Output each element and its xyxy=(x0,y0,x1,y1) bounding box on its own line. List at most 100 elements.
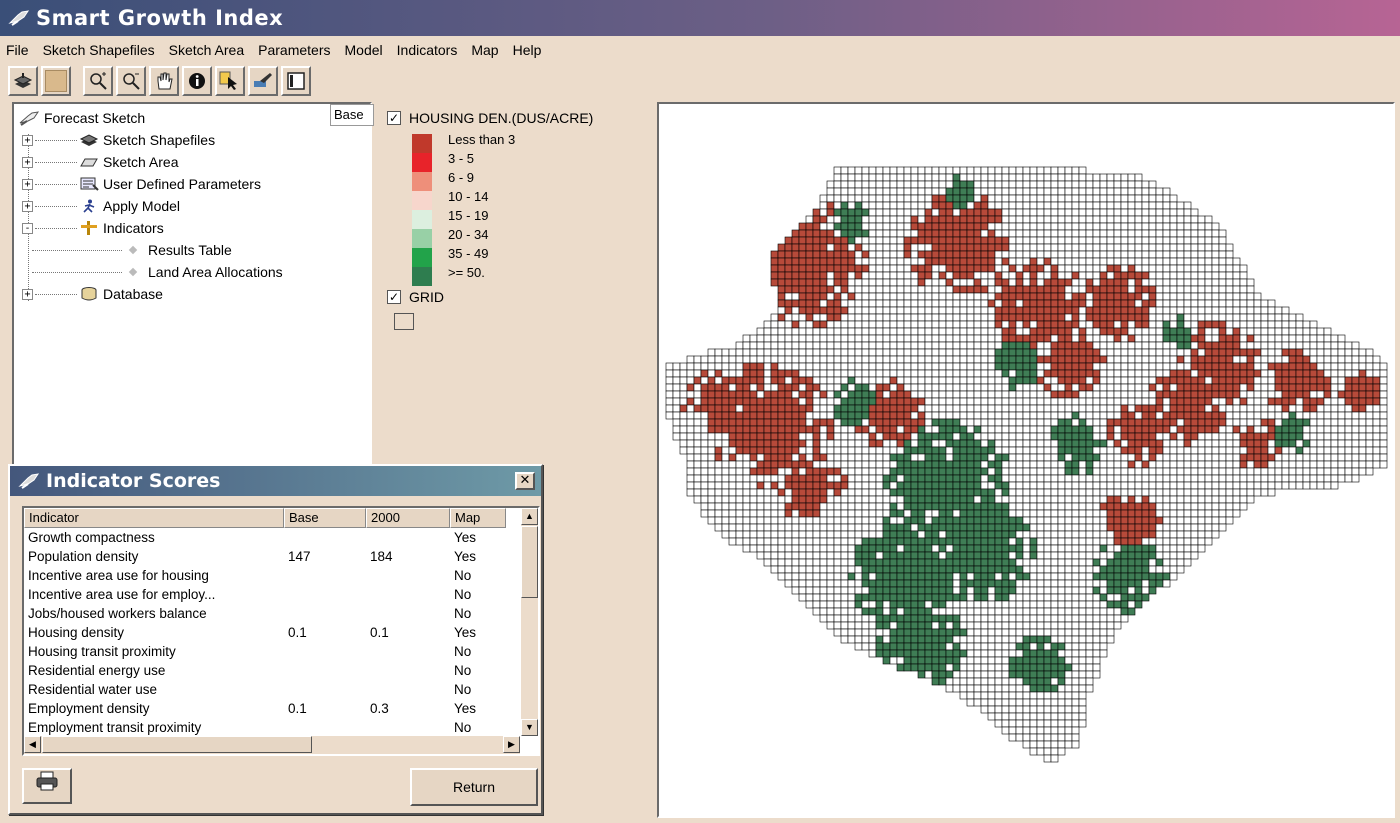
layers-button[interactable] xyxy=(8,66,38,96)
table-row[interactable]: Incentive area use for housing No xyxy=(24,566,538,585)
layer-visibility-checkbox[interactable]: ✓ xyxy=(387,111,401,125)
expand-toggle[interactable]: + xyxy=(22,178,33,190)
grid-swatch xyxy=(394,313,414,330)
info-button[interactable] xyxy=(182,66,212,96)
menu-sketch-shapefiles[interactable]: Sketch Shapefiles xyxy=(43,42,155,58)
tree-item-indicators[interactable]: - Indicators xyxy=(18,217,283,239)
menu-parameters[interactable]: Parameters xyxy=(258,42,330,58)
tree-item-land-area-allocations[interactable]: Land Area Allocations xyxy=(18,261,283,283)
indicator-window-titlebar[interactable]: Indicator Scores ✕ xyxy=(10,466,541,496)
map-view[interactable] xyxy=(657,102,1395,818)
column-header-2000[interactable]: 2000 xyxy=(366,508,450,528)
menu-indicators[interactable]: Indicators xyxy=(397,42,458,58)
tree-item-results-table[interactable]: Results Table xyxy=(18,239,283,261)
table-row[interactable]: Residential energy use No xyxy=(24,661,538,680)
horizontal-scrollbar[interactable]: ◀ ▶ xyxy=(24,736,520,754)
menu-sketch-area[interactable]: Sketch Area xyxy=(169,42,245,58)
layers-icon xyxy=(13,73,33,88)
cell-base xyxy=(284,661,366,680)
column-header-indicator[interactable]: Indicator xyxy=(24,508,284,528)
menu-file[interactable]: File xyxy=(6,42,29,58)
tree-root[interactable]: Forecast Sketch xyxy=(18,107,283,129)
cell-map: No xyxy=(454,663,472,678)
legend-label: >= 50. xyxy=(448,265,485,280)
scroll-thumb[interactable] xyxy=(521,526,538,598)
housing-density-grid-map[interactable] xyxy=(659,104,1393,816)
tree-item-label: User Defined Parameters xyxy=(103,176,261,192)
collapse-toggle[interactable]: - xyxy=(22,222,33,234)
return-button[interactable]: Return xyxy=(410,768,538,806)
zoom-in-button[interactable] xyxy=(83,66,113,96)
color-swatch-button[interactable] xyxy=(41,66,71,96)
cell-2000 xyxy=(366,604,450,623)
legend-label: 20 - 34 xyxy=(448,227,489,242)
cell-map: No xyxy=(454,720,472,735)
cell-map: Yes xyxy=(454,530,477,545)
scroll-left-icon[interactable]: ◀ xyxy=(24,736,41,753)
close-button[interactable]: ✕ xyxy=(515,472,535,490)
legend-label: 6 - 9 xyxy=(448,170,475,185)
table-row[interactable]: Jobs/housed workers balance No xyxy=(24,604,538,623)
cell-base: 147 xyxy=(288,549,311,564)
window-title: Smart Growth Index xyxy=(36,6,284,30)
tree-item-database[interactable]: + Database xyxy=(18,283,283,305)
base-tab[interactable]: Base xyxy=(330,104,374,126)
select-button[interactable] xyxy=(215,66,245,96)
scroll-down-icon[interactable]: ▼ xyxy=(521,719,538,736)
expand-toggle[interactable]: + xyxy=(22,156,33,168)
legend-label: 10 - 14 xyxy=(448,189,489,204)
map-grid-cells xyxy=(665,166,1388,763)
menu-model[interactable]: Model xyxy=(345,42,383,58)
table-row[interactable]: Employment density 0.1 0.3 Yes xyxy=(24,699,538,718)
tree-item-sketch-area[interactable]: + Sketch Area xyxy=(18,151,283,173)
printer-icon xyxy=(36,771,58,791)
shapefiles-icon xyxy=(79,134,99,146)
pan-hand-icon xyxy=(157,72,173,90)
menu-map[interactable]: Map xyxy=(471,42,498,58)
tree-item-user-defined-parameters[interactable]: + User Defined Parameters xyxy=(18,173,283,195)
table-row[interactable]: Housing transit proximity No xyxy=(24,642,538,661)
cell-map: No xyxy=(454,606,472,621)
column-header-base[interactable]: Base xyxy=(284,508,366,528)
table-row[interactable]: Incentive area use for employ... No xyxy=(24,585,538,604)
cell-base xyxy=(284,566,366,585)
table-row[interactable]: Population density 147 184 Yes xyxy=(24,547,538,566)
cell-map: Yes xyxy=(454,549,477,564)
pan-button[interactable] xyxy=(149,66,179,96)
cell-indicator: Housing transit proximity xyxy=(28,644,176,659)
expand-toggle[interactable]: + xyxy=(22,200,33,212)
expand-toggle[interactable]: + xyxy=(22,288,33,300)
scroll-right-icon[interactable]: ▶ xyxy=(503,736,520,753)
menu-help[interactable]: Help xyxy=(513,42,542,58)
zoom-out-button[interactable] xyxy=(116,66,146,96)
legend-swatch xyxy=(412,172,432,191)
table-row[interactable]: Housing density 0.1 0.1 Yes xyxy=(24,623,538,642)
table-row[interactable]: Residential water use No xyxy=(24,680,538,699)
grid-visibility-checkbox[interactable]: ✓ xyxy=(387,290,401,304)
zoom-out-icon xyxy=(123,73,140,90)
cell-indicator: Employment transit proximity xyxy=(28,720,202,735)
frame-button[interactable] xyxy=(281,66,311,96)
tree-item-sketch-shapefiles[interactable]: + Sketch Shapefiles xyxy=(18,129,283,151)
tree-item-label: Sketch Area xyxy=(103,154,179,170)
column-header-map[interactable]: Map xyxy=(450,508,506,528)
expand-toggle[interactable]: + xyxy=(22,134,33,146)
cell-base xyxy=(284,604,366,623)
cell-map: No xyxy=(454,587,472,602)
cell-base xyxy=(284,680,366,699)
app-icon xyxy=(8,10,30,26)
legend-swatch xyxy=(412,153,432,172)
print-button[interactable] xyxy=(22,768,72,804)
paint-button[interactable] xyxy=(248,66,278,96)
scroll-thumb[interactable] xyxy=(42,736,312,753)
vertical-scrollbar[interactable]: ▲ ▼ xyxy=(521,508,538,736)
cell-map: Yes xyxy=(454,701,477,716)
tree-item-apply-model[interactable]: + Apply Model xyxy=(18,195,283,217)
leaf-bullet-icon xyxy=(128,245,138,255)
table-row[interactable]: Employment transit proximity No xyxy=(24,718,538,737)
cell-2000: 184 xyxy=(370,549,393,564)
table-row[interactable]: Growth compactness Yes xyxy=(24,528,538,547)
indicator-scores-window: Indicator Scores ✕ Indicator Base 2000 M… xyxy=(8,464,543,815)
scroll-up-icon[interactable]: ▲ xyxy=(521,508,538,525)
legend-swatch xyxy=(412,210,432,229)
